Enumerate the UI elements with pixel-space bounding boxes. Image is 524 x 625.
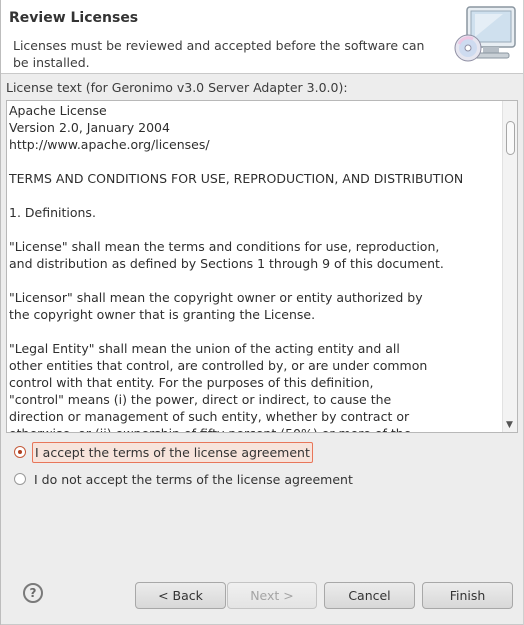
back-button[interactable]: < Back bbox=[135, 582, 226, 609]
scrollbar-thumb[interactable] bbox=[506, 121, 515, 155]
page-title: Review Licenses bbox=[9, 10, 139, 26]
accept-option[interactable]: I accept the terms of the license agreem… bbox=[14, 441, 313, 463]
license-scrollbar[interactable]: ▼ bbox=[502, 101, 517, 432]
computer-cd-icon bbox=[453, 4, 519, 68]
decline-label[interactable]: I do not accept the terms of the license… bbox=[32, 470, 355, 489]
page-description: Licenses must be reviewed and accepted b… bbox=[13, 38, 425, 70]
wizard-header: Review Licenses Licenses must be reviewe… bbox=[1, 0, 523, 74]
decline-option[interactable]: I do not accept the terms of the license… bbox=[14, 468, 355, 490]
decline-radio[interactable] bbox=[14, 473, 26, 485]
finish-button[interactable]: Finish bbox=[422, 582, 513, 609]
next-button[interactable]: Next > bbox=[227, 582, 317, 609]
scroll-down-arrow-icon[interactable]: ▼ bbox=[506, 420, 513, 430]
accept-label[interactable]: I accept the terms of the license agreem… bbox=[32, 441, 313, 463]
window-border-left bbox=[0, 0, 1, 625]
accept-radio[interactable] bbox=[14, 446, 26, 458]
license-text-label: License text (for Geronimo v3.0 Server A… bbox=[6, 80, 348, 95]
license-text-area[interactable]: Apache License Version 2.0, January 2004… bbox=[6, 100, 518, 433]
cancel-button[interactable]: Cancel bbox=[324, 582, 415, 609]
license-text: Apache License Version 2.0, January 2004… bbox=[9, 103, 464, 432]
help-icon[interactable]: ? bbox=[23, 583, 43, 603]
